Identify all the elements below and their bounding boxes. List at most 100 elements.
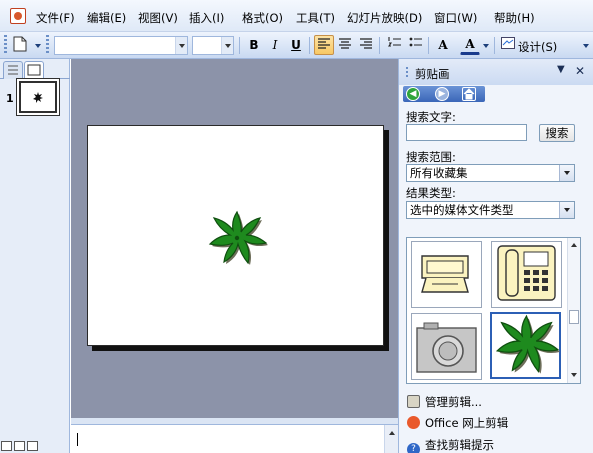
search-scope-value: 所有收藏集	[410, 166, 468, 180]
slides-pane: 1	[0, 59, 70, 453]
chevron-down-icon[interactable]	[559, 165, 574, 181]
search-text-label: 搜索文字:	[406, 110, 456, 124]
office-online-icon	[407, 416, 420, 429]
chevron-down-icon[interactable]	[221, 37, 233, 54]
align-right-button[interactable]	[356, 35, 376, 55]
clip-art-thumb[interactable]	[411, 241, 482, 308]
align-center-button[interactable]	[335, 35, 355, 55]
underline-button[interactable]: U	[286, 35, 306, 55]
numbering-button[interactable]	[384, 35, 404, 55]
chevron-down-icon[interactable]	[559, 202, 574, 218]
font-color-dropdown-icon[interactable]	[482, 40, 490, 52]
menu-format[interactable]: 格式(O)	[242, 10, 283, 26]
slide-canvas[interactable]	[87, 125, 384, 346]
increase-font-size-button[interactable]: A	[433, 35, 453, 55]
phone-clipart-icon	[497, 245, 556, 301]
font-color-button[interactable]: A	[460, 35, 480, 55]
menu-bar: 文件(F) 编辑(E) 视图(V) 插入(I) 格式(O) 工具(T) 幻灯片放…	[0, 0, 593, 32]
green-leaf-clipart[interactable]	[206, 210, 268, 270]
help-icon: ?	[407, 443, 420, 453]
toolbar-options-icon[interactable]	[34, 40, 42, 52]
task-pane-grip[interactable]	[406, 67, 408, 79]
clip-art-results	[406, 237, 581, 384]
new-slide-icon[interactable]	[10, 35, 30, 55]
slides-icon	[27, 64, 41, 76]
toolbar-separator	[239, 37, 240, 54]
leaf-clipart-icon	[495, 314, 561, 374]
organize-clips-label: 管理剪辑...	[425, 395, 482, 409]
scroll-thumb[interactable]	[569, 310, 579, 324]
clip-tips-label: 查找剪辑提示	[425, 438, 494, 452]
bullets-button[interactable]	[405, 35, 425, 55]
back-arrow-icon[interactable]: ◀	[406, 87, 420, 101]
align-left-icon	[318, 38, 330, 49]
menu-window[interactable]: 窗口(W)	[434, 10, 477, 26]
office-online-clips-label: Office 网上剪辑	[425, 416, 509, 430]
organize-clips-icon	[407, 395, 420, 408]
search-button[interactable]: 搜索	[539, 124, 575, 142]
notes-scrollbar[interactable]	[384, 425, 398, 453]
menu-help[interactable]: 帮助(H)	[494, 10, 535, 26]
clip-art-thumb-selected[interactable]	[490, 312, 561, 379]
menu-slideshow[interactable]: 幻灯片放映(D)	[347, 10, 422, 26]
align-center-icon	[339, 38, 351, 49]
text-caret	[77, 433, 78, 446]
camera-clipart-icon	[416, 322, 477, 373]
menu-file[interactable]: 文件(F)	[36, 10, 75, 26]
slide-thumbnail[interactable]	[19, 81, 57, 113]
font-name-combo[interactable]	[54, 36, 188, 55]
normal-view-button[interactable]	[1, 441, 12, 451]
menu-insert[interactable]: 插入(I)	[189, 10, 224, 26]
design-icon[interactable]	[500, 35, 516, 55]
slide-editing-area	[71, 59, 398, 418]
chevron-down-icon[interactable]	[175, 37, 187, 54]
scroll-up-icon[interactable]	[571, 243, 577, 247]
office-online-clips-link[interactable]: Office 网上剪辑	[407, 415, 508, 431]
home-icon[interactable]	[462, 87, 476, 101]
close-icon[interactable]: ✕	[575, 64, 585, 78]
slide-number: 1	[6, 92, 14, 105]
bold-button[interactable]: B	[244, 35, 264, 55]
clip-art-thumb[interactable]	[411, 313, 482, 380]
clip-tips-link[interactable]: ? 查找剪辑提示	[407, 437, 494, 453]
clip-art-task-pane: 剪贴画 ▼ ✕ ◀ ▶ 搜索文字: 搜索 搜索范围: 所有收藏集 结果类型: 选…	[398, 59, 593, 453]
search-input[interactable]	[406, 124, 527, 141]
toolbar-separator	[428, 37, 429, 54]
search-scope-select[interactable]: 所有收藏集	[406, 164, 575, 182]
result-type-select[interactable]: 选中的媒体文件类型	[406, 201, 575, 219]
task-pane-nav: ◀ ▶	[403, 86, 485, 102]
powerpoint-icon[interactable]	[10, 8, 26, 24]
slideshow-view-button[interactable]	[27, 441, 38, 451]
toolbar-separator	[494, 37, 495, 54]
design-button[interactable]: 设计(S)	[518, 39, 557, 55]
format-toolbar: B I U A A 设计(S)	[0, 32, 593, 59]
numbered-list-icon	[387, 37, 401, 47]
menu-view[interactable]: 视图(V)	[138, 10, 178, 26]
scroll-up-icon	[389, 431, 395, 435]
outline-icon	[8, 65, 18, 75]
notes-pane[interactable]	[71, 424, 398, 453]
results-scrollbar[interactable]	[567, 238, 580, 383]
tab-outline[interactable]	[3, 61, 23, 79]
bulleted-list-icon	[409, 37, 422, 47]
toolbar-grip[interactable]	[46, 35, 49, 55]
organize-clips-link[interactable]: 管理剪辑...	[407, 394, 482, 410]
font-size-combo[interactable]	[192, 36, 234, 55]
menu-tools[interactable]: 工具(T)	[296, 10, 335, 26]
toolbar-grip[interactable]	[4, 35, 7, 55]
toolbar-options-icon[interactable]	[582, 40, 590, 52]
scroll-down-icon[interactable]	[571, 373, 577, 377]
forward-arrow-icon[interactable]: ▶	[435, 87, 449, 101]
task-pane-title: 剪贴画	[415, 67, 450, 81]
align-right-icon	[360, 38, 372, 49]
result-type-label: 结果类型:	[406, 186, 456, 200]
align-left-button[interactable]	[314, 35, 334, 55]
task-pane-menu-icon[interactable]: ▼	[557, 64, 565, 75]
toolbar-separator	[309, 37, 310, 54]
italic-button[interactable]: I	[265, 35, 285, 55]
search-scope-label: 搜索范围:	[406, 150, 456, 164]
tab-slides[interactable]	[24, 61, 44, 80]
clip-art-thumb[interactable]	[491, 241, 562, 308]
slide-sorter-view-button[interactable]	[14, 441, 25, 451]
menu-edit[interactable]: 编辑(E)	[87, 10, 126, 26]
